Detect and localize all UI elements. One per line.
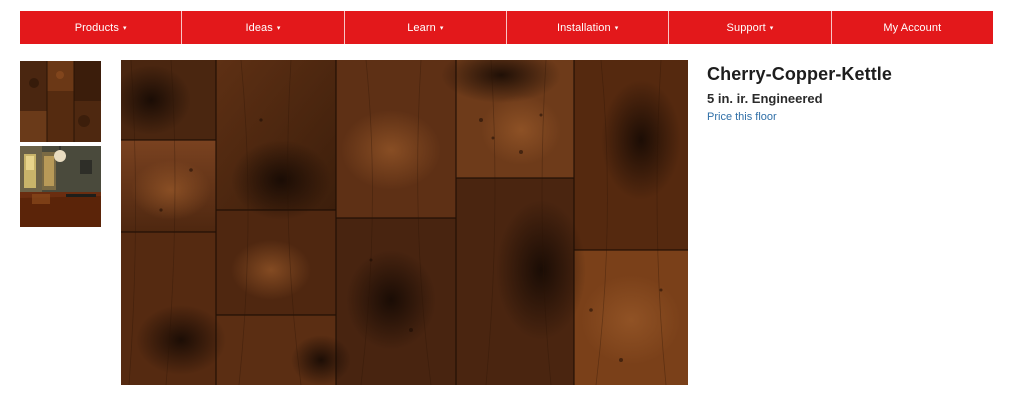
nav-item-products[interactable]: Products ▾ (20, 11, 183, 44)
wood-sample-thumbnail-image (20, 61, 101, 142)
nav-item-ideas[interactable]: Ideas ▾ (182, 11, 345, 44)
main-navigation: Products ▾ Ideas ▾ Learn ▾ Installation … (20, 11, 993, 44)
chevron-down-icon: ▾ (769, 24, 774, 32)
chevron-down-icon: ▾ (614, 24, 619, 32)
nav-item-label: Installation (556, 21, 611, 34)
nav-item-learn[interactable]: Learn ▾ (345, 11, 507, 44)
nav-item-installation[interactable]: Installation ▾ (507, 11, 670, 44)
price-this-floor-link[interactable]: Price this floor (707, 111, 777, 123)
chevron-down-icon: ▾ (439, 24, 444, 32)
nav-item-label: Learn (407, 21, 436, 34)
product-title: Cherry-Copper-Kettle (707, 64, 893, 84)
product-subtitle: 5 in. ir. Engineered (707, 91, 823, 106)
chevron-down-icon: ▾ (276, 24, 281, 32)
nav-item-label: Products (74, 21, 119, 34)
product-info-panel: Cherry-Copper-Kettle 5 in. ir. Engineere… (707, 64, 997, 125)
nav-item-label: My Account (883, 21, 942, 34)
wood-floor-image (121, 60, 688, 385)
nav-item-label: Ideas (245, 21, 273, 34)
product-thumbnail-sample[interactable] (20, 61, 101, 142)
chevron-down-icon: ▾ (122, 24, 127, 32)
room-scene-thumbnail-image (20, 146, 101, 227)
nav-item-my-account[interactable]: My Account (832, 11, 993, 44)
nav-item-label: Support (726, 21, 766, 34)
nav-item-support[interactable]: Support ▾ (669, 11, 832, 44)
product-main-image (121, 60, 688, 385)
product-thumbnail-room-scene[interactable] (20, 146, 101, 227)
